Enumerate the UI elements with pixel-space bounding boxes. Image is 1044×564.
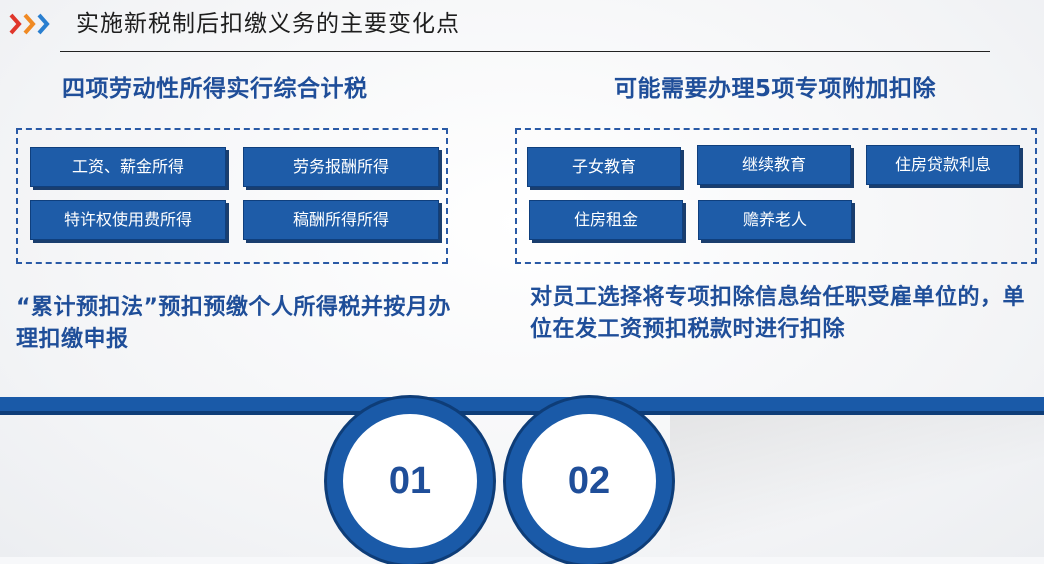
number-circle-02: 02 (506, 398, 672, 564)
deduction-tag-children-education: 子女教育 (527, 147, 681, 187)
deduction-tag-elderly-support: 赡养老人 (698, 200, 852, 240)
decorative-shadow (670, 415, 1044, 557)
left-section-title: 四项劳动性所得实行综合计税 (62, 76, 368, 102)
header-divider (60, 51, 990, 52)
income-tag-author: 稿酬所得所得 (243, 200, 439, 240)
deduction-tag-continuing-education: 继续教育 (697, 145, 851, 185)
right-section-title: 可能需要办理5项专项附加扣除 (614, 76, 937, 102)
page-title: 实施新税制后扣缴义务的主要变化点 (76, 11, 460, 37)
number-label-01: 01 (388, 460, 432, 502)
deduction-tag-housing-rent: 住房租金 (529, 200, 683, 240)
income-tag-wages: 工资、薪金所得 (30, 147, 226, 187)
chevrons-icon (9, 13, 50, 35)
right-description: 对员工选择将专项扣除信息给任职受雇单位的，单位在发工资预扣税款时进行扣除 (530, 285, 1026, 342)
left-description: “累计预扣法”预扣预缴个人所得税并按月办理扣缴申报 (16, 295, 451, 352)
number-circle-01: 01 (327, 398, 493, 564)
deduction-tag-mortgage-interest: 住房贷款利息 (866, 145, 1020, 185)
income-tag-royalty: 特许权使用费所得 (30, 200, 226, 240)
income-tag-labor: 劳务报酬所得 (243, 147, 439, 187)
number-label-02: 02 (567, 460, 611, 502)
